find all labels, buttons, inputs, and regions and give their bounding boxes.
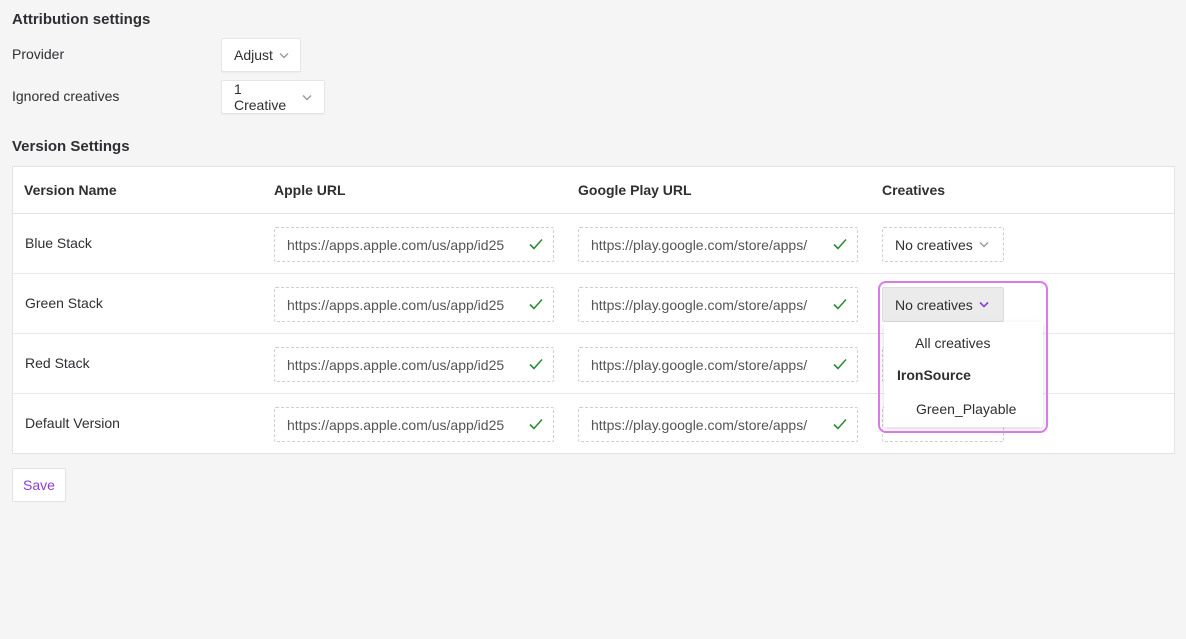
apple-url-value: https://apps.apple.com/us/app/id25 (287, 356, 505, 373)
provider-dropdown[interactable]: Adjust (221, 38, 301, 72)
check-icon (833, 238, 847, 250)
check-icon (833, 298, 847, 310)
google-play-url-input[interactable]: https://play.google.com/store/apps/ (578, 287, 858, 322)
version-name: Blue Stack (25, 235, 92, 251)
apple-url-input[interactable]: https://apps.apple.com/us/app/id25 (274, 227, 554, 262)
menu-item-green-playable[interactable]: Green_Playable (916, 401, 1016, 417)
creatives-dropdown-menu: All creatives IronSource Green_Playable (884, 322, 1043, 427)
version-name: Red Stack (25, 355, 90, 371)
apple-url-value: https://apps.apple.com/us/app/id25 (287, 236, 505, 253)
check-icon (833, 418, 847, 430)
column-header-apple-url: Apple URL (274, 182, 346, 198)
version-name: Green Stack (25, 295, 103, 311)
google-play-url-value: https://play.google.com/store/apps/ (591, 296, 808, 313)
apple-url-input[interactable]: https://apps.apple.com/us/app/id25 (274, 407, 554, 442)
google-play-url-value: https://play.google.com/store/apps/ (591, 416, 808, 433)
google-play-url-value: https://play.google.com/store/apps/ (591, 356, 808, 373)
menu-item-all-creatives[interactable]: All creatives (915, 335, 990, 351)
creatives-value: No creatives (895, 236, 973, 253)
creatives-dropdown[interactable]: No creatives (882, 227, 1004, 262)
check-icon (529, 298, 543, 310)
attribution-settings-title: Attribution settings (12, 11, 151, 28)
check-icon (529, 418, 543, 430)
apple-url-input[interactable]: https://apps.apple.com/us/app/id25 (274, 287, 554, 322)
ignored-creatives-label: Ignored creatives (12, 88, 120, 104)
google-play-url-input[interactable]: https://play.google.com/store/apps/ (578, 407, 858, 442)
chevron-down-icon (979, 301, 989, 308)
apple-url-value: https://apps.apple.com/us/app/id25 (287, 416, 505, 433)
apple-url-input[interactable]: https://apps.apple.com/us/app/id25 (274, 347, 554, 382)
apple-url-value: https://apps.apple.com/us/app/id25 (287, 296, 505, 313)
google-play-url-value: https://play.google.com/store/apps/ (591, 236, 808, 253)
table-header: Version Name Apple URL Google Play URL C… (13, 167, 1174, 214)
chevron-down-icon (279, 52, 289, 59)
check-icon (833, 358, 847, 370)
creatives-value: No creatives (895, 296, 973, 313)
ignored-creatives-dropdown[interactable]: 1 Creative (221, 80, 325, 114)
chevron-down-icon (302, 94, 312, 101)
column-header-creatives: Creatives (882, 182, 946, 198)
check-icon (529, 238, 543, 250)
creatives-dropdown[interactable]: No creatives (882, 287, 1004, 322)
column-header-google-play-url: Google Play URL (578, 182, 692, 198)
save-button[interactable]: Save (12, 468, 66, 502)
column-header-version-name: Version Name (24, 182, 117, 198)
check-icon (529, 358, 543, 370)
google-play-url-input[interactable]: https://play.google.com/store/apps/ (578, 347, 858, 382)
provider-value: Adjust (234, 47, 273, 63)
version-name: Default Version (25, 415, 120, 431)
chevron-down-icon (979, 241, 989, 248)
ignored-creatives-value: 1 Creative (234, 81, 287, 113)
provider-label: Provider (12, 46, 65, 62)
menu-group-ironsource: IronSource (897, 367, 971, 383)
table-row: Blue Stack https://apps.apple.com/us/app… (13, 214, 1174, 274)
google-play-url-input[interactable]: https://play.google.com/store/apps/ (578, 227, 858, 262)
version-settings-title: Version Settings (12, 138, 130, 155)
